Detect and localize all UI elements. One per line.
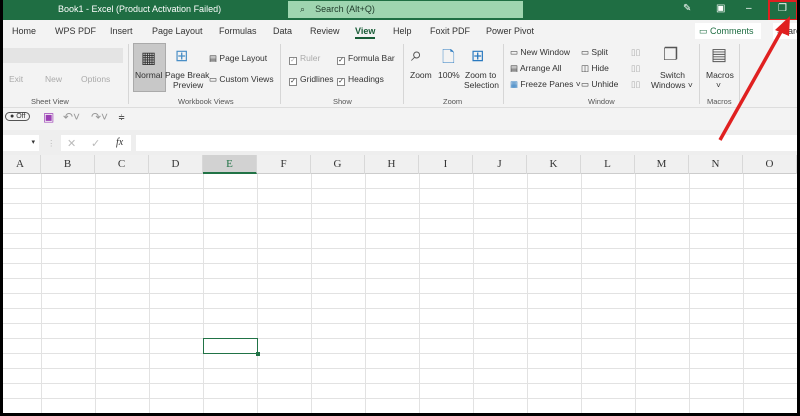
arrow-head: [775, 16, 790, 36]
annotation-arrow: [718, 16, 790, 141]
arrow-shaft: [718, 27, 785, 141]
